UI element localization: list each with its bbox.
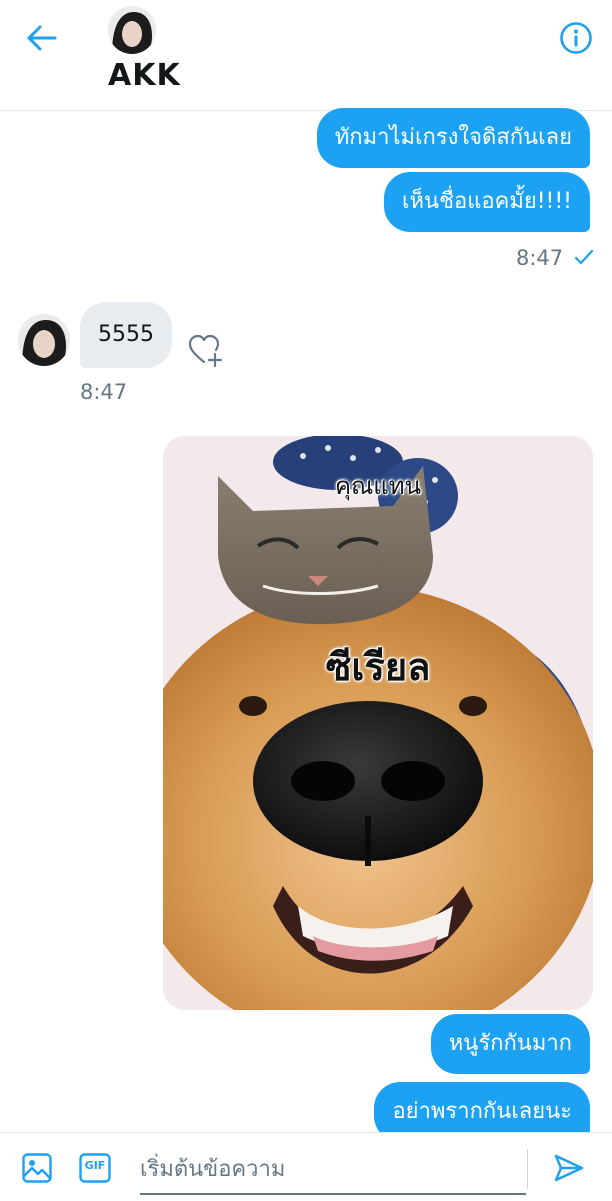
image-message[interactable]: คุณแทน ซีเรียล	[163, 436, 593, 1010]
image-caption: ซีเรียล	[325, 645, 431, 689]
contact-name[interactable]: AKK	[108, 58, 181, 93]
back-button[interactable]	[22, 22, 62, 54]
image-caption: คุณแทน	[334, 472, 421, 500]
image-icon	[22, 1153, 52, 1183]
message-outgoing[interactable]: เห็นชื่อแอคมั้ย!!!!	[384, 172, 590, 232]
message-timestamp: 8:47	[516, 246, 564, 270]
info-button[interactable]	[556, 20, 596, 56]
input-underline	[140, 1193, 526, 1195]
meme-image	[163, 436, 593, 1010]
message-outgoing[interactable]: ทักมาไม่เกรงใจดิสกันเลย	[316, 108, 590, 168]
heart-plus-icon	[188, 334, 223, 368]
arrow-left-icon	[27, 25, 57, 51]
info-icon	[560, 22, 592, 54]
conversation-header: AKK	[0, 0, 612, 111]
message-outgoing[interactable]: หนูรักกันมาก	[430, 1014, 590, 1074]
message-timestamp: 8:47	[80, 380, 128, 404]
gif-label: GIF	[84, 1159, 106, 1172]
add-photo-button[interactable]	[20, 1151, 54, 1185]
message-input[interactable]	[140, 1143, 526, 1195]
composer-divider	[527, 1149, 528, 1189]
like-button[interactable]	[188, 334, 224, 368]
send-button[interactable]	[552, 1151, 586, 1185]
add-gif-button[interactable]: GIF	[78, 1151, 112, 1185]
message-composer: GIF	[0, 1132, 612, 1201]
message-incoming[interactable]: 5555	[80, 302, 172, 368]
check-icon	[574, 249, 594, 265]
sender-avatar[interactable]	[18, 314, 70, 366]
send-icon	[554, 1154, 584, 1182]
contact-avatar[interactable]	[108, 6, 156, 54]
